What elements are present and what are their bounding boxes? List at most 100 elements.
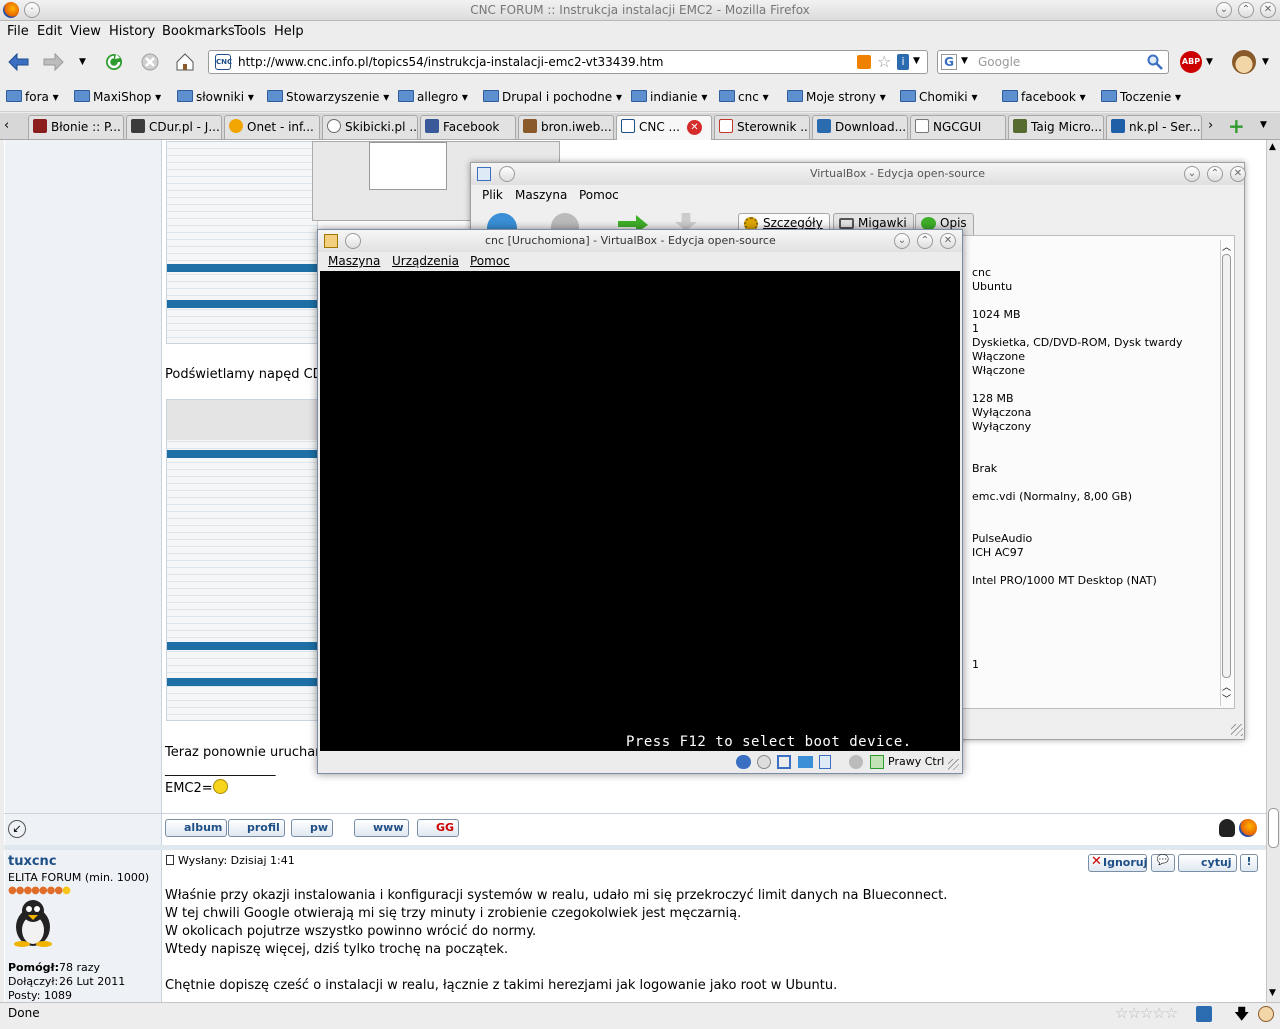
bookmark-star-icon[interactable]: ☆ <box>877 52 891 71</box>
bookmark-folder-drupal[interactable]: Drupal i pochodne ▾ <box>483 90 622 104</box>
google-engine-icon[interactable]: G <box>941 54 957 70</box>
vbm-menu-pomoc[interactable]: Pomoc <box>579 188 619 202</box>
url-text[interactable]: http://www.cnc.info.pl/topics54/instrukc… <box>238 55 663 69</box>
tab-scroll-left-icon[interactable]: ‹ <box>4 118 9 133</box>
bookmark-folder-stowarzyszenie[interactable]: Stowarzyszenie ▾ <box>267 90 389 104</box>
vm-close-button[interactable]: ✕ <box>940 233 956 249</box>
close-button[interactable]: ✕ <box>1260 2 1276 18</box>
menu-help[interactable]: Help <box>274 24 304 39</box>
cd-drive-icon[interactable] <box>757 755 771 769</box>
host-key-icon[interactable] <box>870 755 884 769</box>
tab-nk[interactable]: nk.pl - Ser... <box>1106 115 1202 139</box>
bookmark-folder-slowniki[interactable]: słowniki ▾ <box>177 90 254 104</box>
greasemonkey-dropdown-icon[interactable]: ▼ <box>1262 57 1269 67</box>
tab-scroll-right-icon[interactable]: › <box>1208 118 1213 133</box>
minimize-button[interactable]: ⌄ <box>1216 2 1232 18</box>
details-scrollbar[interactable]: ︿ ︿ ﹀ <box>1220 240 1232 706</box>
search-input[interactable]: Google <box>978 55 1020 69</box>
gg-button[interactable]: GG <box>417 819 460 837</box>
bookmark-folder-maxishop[interactable]: MaxiShop ▾ <box>74 90 161 104</box>
greasemonkey-icon[interactable] <box>1232 50 1256 74</box>
tab-blonie[interactable]: Błonie :: P... <box>28 115 124 139</box>
usb-icon[interactable] <box>819 755 831 769</box>
details-scroll-thumb[interactable] <box>1222 254 1231 678</box>
www-button[interactable]: www <box>354 819 409 837</box>
vm-menu-maszyna[interactable]: Maszyna <box>328 254 380 268</box>
resize-grip-icon[interactable] <box>1231 724 1243 736</box>
bookmark-folder-toczenie[interactable]: Toczenie ▾ <box>1101 90 1181 104</box>
url-dropdown-icon[interactable]: ▼ <box>913 56 920 66</box>
vm-menu-pomoc[interactable]: Pomoc <box>470 254 510 268</box>
vbm-minimize-button[interactable]: ⌄ <box>1184 166 1200 182</box>
pm-button[interactable]: pw <box>291 819 334 837</box>
vm-menu-urzadzenia[interactable]: Urządzenia <box>392 254 459 268</box>
album-button[interactable]: album <box>165 819 228 837</box>
back-to-top-icon[interactable]: ↙ <box>8 820 26 838</box>
back-button[interactable] <box>8 52 30 72</box>
vbm-menu-maszyna[interactable]: Maszyna <box>515 188 567 202</box>
bookmark-folder-facebook[interactable]: facebook ▾ <box>1002 90 1086 104</box>
page-scrollbar[interactable]: ▲ ▼ <box>1266 140 1280 1002</box>
menu-bookmarks[interactable]: Bookmarks <box>162 24 235 39</box>
vbm-close-button[interactable]: ✕ <box>1230 166 1246 182</box>
bookmark-folder-allegro[interactable]: allegro ▾ <box>398 90 468 104</box>
bookmark-folder-moje-strony[interactable]: Moje strony ▾ <box>787 90 886 104</box>
search-icon[interactable] <box>1147 54 1163 70</box>
vm-menu-button[interactable] <box>345 233 361 249</box>
tab-sterownik[interactable]: Sterownik ... <box>714 115 810 139</box>
tab-close-icon[interactable]: ✕ <box>687 120 702 135</box>
stop-icon[interactable] <box>140 52 160 72</box>
tab-skibicki[interactable]: Skibicki.pl ... <box>322 115 418 139</box>
vm-resize-grip-icon[interactable] <box>948 759 959 770</box>
new-tab-icon[interactable]: + <box>1228 114 1245 138</box>
tab-cnc-active[interactable]: CNC ... ✕ <box>616 115 712 140</box>
bookmark-folder-indianie[interactable]: indianie ▾ <box>631 90 707 104</box>
vm-display[interactable]: Press F12 to select boot device. <box>320 271 960 751</box>
rating-stars-icon[interactable]: ☆☆☆☆☆ <box>1115 1004 1178 1022</box>
smiley-status-icon[interactable] <box>1258 1006 1274 1022</box>
profile-button[interactable]: profil <box>228 819 285 837</box>
scroll-thumb[interactable] <box>1268 808 1279 848</box>
adblock-icon[interactable]: ABP <box>1180 51 1202 73</box>
search-box[interactable]: G ▼ Google <box>937 50 1169 74</box>
history-dropdown-icon[interactable]: ▼ <box>79 57 86 67</box>
quote-button[interactable]: cytuj <box>1178 854 1237 872</box>
report-button[interactable]: ! <box>1240 854 1258 872</box>
scroll-up-icon[interactable]: ▲ <box>1269 142 1276 152</box>
download-arrow-icon[interactable]: 🡇 <box>1234 1004 1249 1029</box>
url-bar[interactable]: CNC http://www.cnc.info.pl/topics54/inst… <box>208 50 928 74</box>
rss-icon[interactable] <box>857 55 871 69</box>
tab-bron[interactable]: bron.iweb.... <box>518 115 614 139</box>
forward-button[interactable] <box>42 52 64 72</box>
menu-tools[interactable]: Tools <box>234 24 266 39</box>
details-scroll-down-icon[interactable]: ﹀ <box>1222 692 1231 705</box>
menu-history[interactable]: History <box>109 24 155 39</box>
vm-minimize-button[interactable]: ⌄ <box>894 233 910 249</box>
bookmark-folder-chomiki[interactable]: Chomiki ▾ <box>900 90 977 104</box>
reload-icon[interactable] <box>104 52 124 72</box>
adblock-dropdown-icon[interactable]: ▼ <box>1206 57 1213 67</box>
tab-facebook[interactable]: Facebook <box>420 115 516 139</box>
bookmark-folder-cnc[interactable]: cnc ▾ <box>719 90 769 104</box>
shared-folder-icon[interactable] <box>798 756 813 768</box>
bookmark-folder-fora[interactable]: fora ▾ <box>6 90 59 104</box>
engine-dropdown-icon[interactable]: ▼ <box>961 56 968 66</box>
author-name[interactable]: tuxcnc <box>8 854 57 869</box>
ignore-button[interactable]: ✕ Ignoruj <box>1088 854 1147 872</box>
page-info-icon[interactable]: i <box>897 54 909 70</box>
tab-taig[interactable]: Taig Micro... <box>1008 115 1104 139</box>
scroll-down-icon[interactable]: ▼ <box>1269 988 1276 998</box>
tab-onet[interactable]: Onet - inf... <box>224 115 320 139</box>
tab-download[interactable]: Download... <box>812 115 908 139</box>
menu-view[interactable]: View <box>70 24 101 39</box>
vm-maximize-button[interactable]: ⌃ <box>917 233 933 249</box>
tab-cdur[interactable]: CDur.pl - J... <box>126 115 222 139</box>
menu-file[interactable]: File <box>7 24 29 39</box>
vbm-menu-plik[interactable]: Plik <box>482 188 503 202</box>
quote-icon-button[interactable]: 💬 <box>1151 854 1175 872</box>
home-icon[interactable] <box>175 52 195 72</box>
network-icon[interactable] <box>777 755 791 769</box>
maximize-button[interactable]: ⌃ <box>1238 2 1254 18</box>
addon-icon[interactable] <box>1196 1006 1212 1022</box>
tab-ngcgui[interactable]: NGCGUI <box>910 115 1006 139</box>
